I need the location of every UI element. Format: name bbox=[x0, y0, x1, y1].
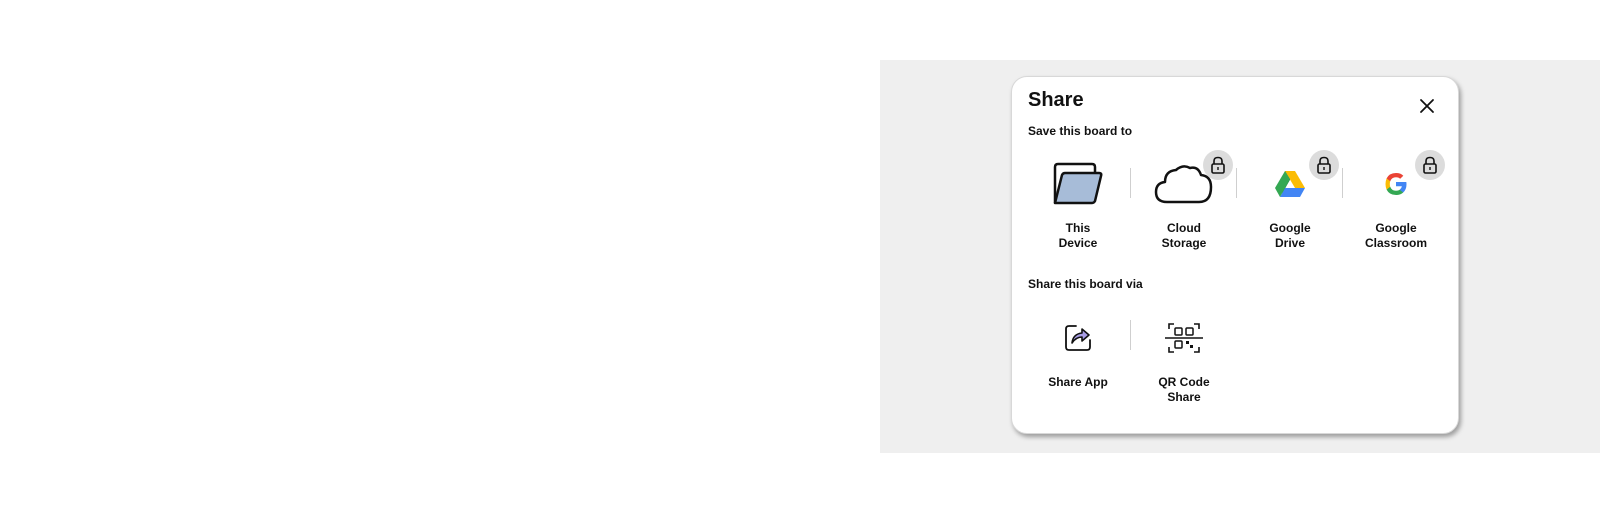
save-option-cloud-storage[interactable]: Cloud Storage bbox=[1134, 150, 1234, 251]
share-section-label: Share this board via bbox=[1028, 277, 1143, 291]
share-option-label: Share App bbox=[1048, 375, 1108, 389]
share-dialog: Share Save this board to This Device Clo… bbox=[1011, 76, 1459, 434]
save-option-google-drive[interactable]: Google Drive bbox=[1240, 150, 1340, 251]
share-option-qr-code[interactable]: QR Code Share bbox=[1134, 307, 1234, 405]
lock-icon bbox=[1423, 156, 1437, 174]
save-option-label: Google Drive bbox=[1269, 221, 1311, 250]
save-option-label: Cloud Storage bbox=[1161, 221, 1207, 250]
lock-badge bbox=[1415, 150, 1445, 180]
share-option-label: QR Code Share bbox=[1158, 375, 1210, 404]
divider bbox=[1130, 168, 1131, 198]
lock-badge bbox=[1309, 150, 1339, 180]
save-option-label: Google Classroom bbox=[1364, 221, 1428, 250]
google-drive-icon bbox=[1275, 171, 1305, 197]
save-section-label: Save this board to bbox=[1028, 124, 1133, 138]
qr-code-icon bbox=[1165, 323, 1203, 353]
lock-icon bbox=[1211, 156, 1225, 174]
divider bbox=[1342, 168, 1343, 198]
lock-icon bbox=[1317, 156, 1331, 174]
dialog-title: Share bbox=[1028, 89, 1084, 111]
share-option-share-app[interactable]: Share App bbox=[1028, 307, 1128, 390]
folder-icon bbox=[1053, 162, 1103, 205]
share-app-icon bbox=[1065, 325, 1091, 351]
save-option-google-classroom[interactable]: Google Classroom bbox=[1346, 150, 1446, 251]
google-classroom-icon bbox=[1385, 173, 1407, 195]
save-option-label: This Device bbox=[1058, 221, 1098, 250]
divider bbox=[1130, 320, 1131, 350]
save-option-this-device[interactable]: This Device bbox=[1028, 153, 1128, 251]
close-button[interactable] bbox=[1416, 95, 1438, 117]
divider bbox=[1236, 168, 1237, 198]
close-icon bbox=[1420, 99, 1434, 113]
lock-badge bbox=[1203, 150, 1233, 180]
